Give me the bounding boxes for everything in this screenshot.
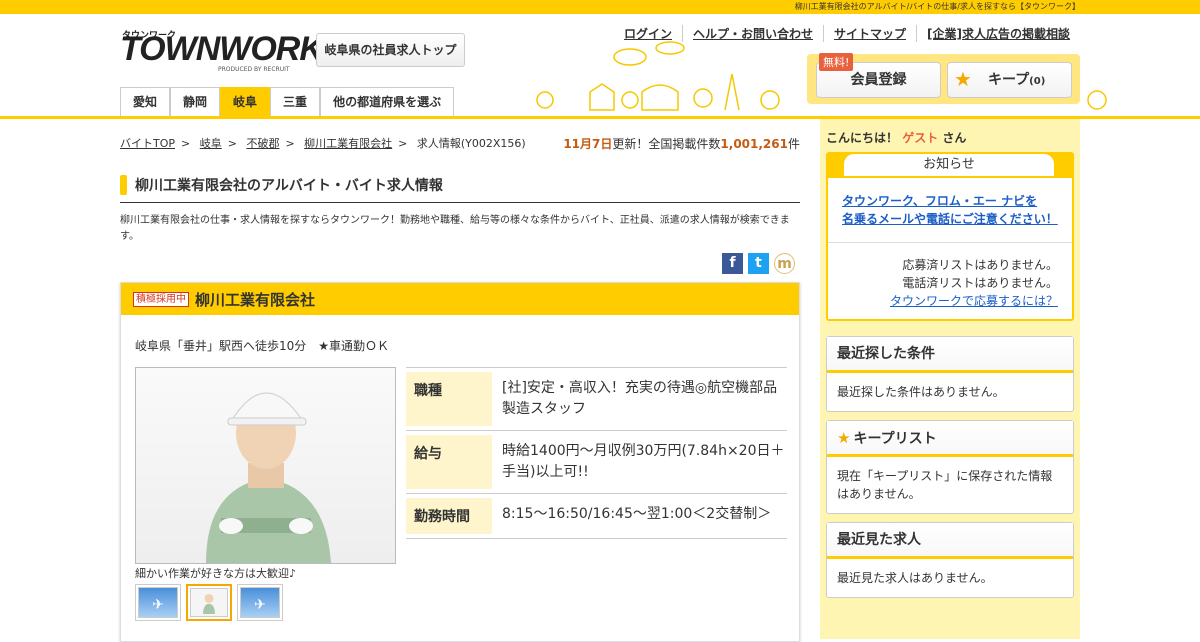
tab-other-prefectures[interactable]: 他の都道府県を選ぶ	[320, 87, 455, 117]
update-info: 11月7日更新！全国掲載件数1,001,261件	[563, 135, 800, 152]
tab-mie[interactable]: 三重	[270, 87, 321, 117]
company-name[interactable]: 柳川工業有限会社	[195, 289, 315, 310]
keep-button[interactable]: ★ キープ(0)	[947, 62, 1072, 98]
star-icon: ★	[837, 429, 851, 447]
title-marker	[120, 175, 127, 195]
tab-aichi[interactable]: 愛知	[120, 87, 171, 117]
twitter-icon[interactable]: t	[748, 253, 769, 274]
photo-caption: 細かい作業が好きな方は大歓迎♪	[135, 567, 297, 580]
breadcrumb-fuwa[interactable]: 不破郡	[246, 137, 279, 150]
breadcrumb: バイトTOP > 岐阜 > 不破郡 > 柳川工業有限会社 > 求人情報(Y002X156…	[120, 137, 526, 150]
called-status: 電話済リストはありません。	[902, 276, 1058, 290]
job-row-hours: 勤務時間 8:15～16:50/16:45～翌1:00＜2交替制＞	[406, 494, 787, 539]
fraud-warning-link[interactable]: タウンワーク、フロム・エー ナビを 名乗るメールや電話にご注意ください！	[842, 192, 1058, 228]
greeting-hello: こんにちは！	[826, 131, 899, 145]
townwork-logo[interactable]: タウンワーク TOWNWORK PRODUCED BY RECRUIT	[120, 30, 324, 76]
salary-value: 時給1400円～月収例30万円(7.84h×20日＋手当)以上可!!	[502, 443, 785, 480]
keep-list-box: ★ キープリスト 現在「キープリスト」に保存された情報はありません。	[826, 420, 1074, 514]
job-details-table: 職種 [社]安定・高収入！充実の待遇◎航空機部品製造スタッフ 給与 時給1400…	[406, 367, 787, 539]
salary-label: 給与	[406, 435, 492, 489]
tab-gifu[interactable]: 岐阜	[220, 87, 271, 117]
keep-list-body: 現在「キープリスト」に保存された情報はありません。	[837, 469, 1053, 501]
count-unit: 件	[787, 137, 800, 151]
hours-value: 8:15～16:50/16:45～翌1:00＜2交替制＞	[502, 506, 772, 522]
top-banner: 柳川工業有限会社のアルバイト/バイトの仕事/求人を探すなら【タウンワーク】	[0, 0, 1200, 14]
guest-name: ゲスト	[902, 131, 939, 145]
job-card: 積極採用中 柳川工業有限会社 岐阜県「垂井」駅西へ徒歩10分 ★車通勤ＯＫ 細か…	[120, 282, 800, 642]
breadcrumb-baito-top[interactable]: バイトTOP	[120, 137, 175, 150]
page-title-bar: 柳川工業有限会社のアルバイト・バイト求人情報	[120, 173, 800, 203]
logo-produced-by: PRODUCED BY RECRUIT	[218, 66, 290, 73]
thumbnail-worker[interactable]	[186, 584, 232, 621]
keep-count: (0)	[1029, 76, 1046, 87]
how-to-apply-link[interactable]: タウンワークで応募するには？	[890, 292, 1058, 310]
update-text: 更新！全国掲載件数	[612, 137, 721, 151]
page-description: 柳川工業有限会社の仕事・求人情報を探すならタウンワーク！勤務地や職種、給与等の様…	[120, 215, 790, 242]
hours-label: 勤務時間	[406, 498, 492, 534]
job-access: 岐阜県「垂井」駅西へ徒歩10分 ★車通勤ＯＫ	[135, 339, 390, 353]
greeting-san: さん	[942, 131, 967, 145]
notice-divider	[828, 242, 1072, 243]
breadcrumb-current: 求人情報(Y002X156)	[416, 137, 526, 150]
gifu-top-button[interactable]: 岐阜県の社員求人トップ	[316, 33, 465, 67]
tab-shizuoka[interactable]: 静岡	[170, 87, 221, 117]
job-row-salary: 給与 時給1400円～月収例30万円(7.84h×20日＋手当)以上可!!	[406, 431, 787, 494]
applied-status: 応募済リストはありません。	[902, 258, 1058, 272]
breadcrumb-gifu[interactable]: 岐阜	[200, 137, 222, 150]
greeting: こんにちは！ ゲスト さん	[826, 129, 966, 146]
occupation-label: 職種	[406, 372, 492, 426]
recent-view-body: 最近見た求人はありません。	[837, 571, 993, 585]
prefecture-nav: 愛知 静岡 岐阜 三重 他の都道府県を選ぶ	[120, 87, 455, 117]
breadcrumb-company[interactable]: 柳川工業有限会社	[304, 137, 392, 150]
update-date: 11月7日	[563, 137, 613, 151]
job-row-occupation: 職種 [社]安定・高収入！充実の待遇◎航空機部品製造スタッフ	[406, 368, 787, 431]
free-badge: 無料!	[819, 53, 854, 71]
recent-search-title: 最近探した条件	[827, 337, 1073, 373]
notice-box: お知らせ タウンワーク、フロム・エー ナビを 名乗るメールや電話にご注意ください…	[826, 152, 1074, 321]
mixi-icon[interactable]: m	[774, 253, 795, 274]
keep-list-title: キープリスト	[853, 431, 937, 447]
worker-illustration	[206, 392, 331, 563]
active-hiring-badge: 積極採用中	[133, 292, 189, 307]
fraud-warning-line1: タウンワーク、フロム・エー ナビを	[842, 194, 1038, 208]
job-photo[interactable]	[135, 367, 396, 564]
thumbnail-airplane-1[interactable]: ✈	[135, 584, 181, 621]
logo-kana: タウンワーク	[122, 31, 177, 41]
occupation-value: [社]安定・高収入！充実の待遇◎航空機部品製造スタッフ	[502, 380, 778, 417]
thumbnail-airplane-2[interactable]: ✈	[237, 584, 283, 621]
star-icon: ★	[954, 67, 972, 91]
keep-list-header: ★ キープリスト	[827, 421, 1073, 457]
listing-count: 1,001,261	[720, 137, 788, 151]
keep-label: キープ	[988, 72, 1030, 88]
facebook-icon[interactable]: f	[722, 253, 743, 274]
recent-view-box: 最近見た求人 最近見た求人はありません。	[826, 522, 1074, 598]
recent-search-body: 最近探した条件はありません。	[837, 385, 1005, 399]
page-title: 柳川工業有限会社のアルバイト・バイト求人情報	[135, 178, 443, 194]
notice-tab: お知らせ	[844, 154, 1054, 176]
recent-search-box: 最近探した条件 最近探した条件はありません。	[826, 336, 1074, 412]
recent-view-title: 最近見た求人	[827, 523, 1073, 559]
job-card-header: 積極採用中 柳川工業有限会社	[121, 283, 799, 315]
fraud-warning-line2: 名乗るメールや電話にご注意ください！	[842, 212, 1058, 226]
social-share: f t m	[722, 253, 795, 274]
photo-thumbnails: ✈ ✈	[135, 584, 283, 621]
